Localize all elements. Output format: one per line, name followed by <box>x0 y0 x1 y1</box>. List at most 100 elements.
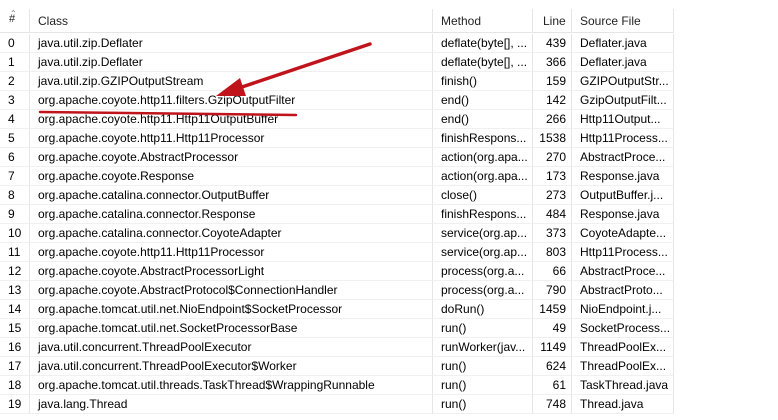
table-row[interactable]: 1 java.util.zip.Deflater deflate(byte[], .… <box>0 53 674 72</box>
row-class: java.util.zip.GZIPOutputStream <box>30 72 433 91</box>
table-row[interactable]: 6 org.apache.coyote.AbstractProcessor acti… <box>0 148 674 167</box>
row-method: run() <box>433 376 533 395</box>
row-source-file: Response.java <box>572 167 674 186</box>
row-index: 14 <box>0 300 30 319</box>
row-class: org.apache.catalina.connector.OutputBuff… <box>30 186 433 205</box>
row-line: 1149 <box>533 338 572 357</box>
row-line: 373 <box>533 224 572 243</box>
row-line: 439 <box>533 34 572 53</box>
row-source-file: SocketProcess... <box>572 319 674 338</box>
row-method: finishRespons... <box>433 129 533 148</box>
row-source-file: Deflater.java <box>572 34 674 53</box>
row-source-file: AbstractProto... <box>572 281 674 300</box>
row-line: 748 <box>533 395 572 414</box>
table-row[interactable]: 4 org.apache.coyote.http11.Http11OutputBu… <box>0 110 674 129</box>
row-method: run() <box>433 319 533 338</box>
row-index: 2 <box>0 72 30 91</box>
table-row[interactable]: 19 java.lang.Thread run() 748 Thread.java <box>0 395 674 414</box>
row-class: java.util.concurrent.ThreadPoolExecutor <box>30 338 433 357</box>
row-class: org.apache.coyote.AbstractProcessor <box>30 148 433 167</box>
row-index: 18 <box>0 376 30 395</box>
row-method: run() <box>433 395 533 414</box>
row-method: doRun() <box>433 300 533 319</box>
row-method: end() <box>433 110 533 129</box>
row-index: 19 <box>0 395 30 414</box>
table-row[interactable]: 9 org.apache.catalina.connector.Response f… <box>0 205 674 224</box>
column-header-method[interactable]: Method <box>433 9 533 33</box>
row-source-file: Deflater.java <box>572 53 674 72</box>
row-class: java.util.concurrent.ThreadPoolExecutor$… <box>30 357 433 376</box>
row-class: org.apache.coyote.http11.Http11Processor <box>30 243 433 262</box>
table-row[interactable]: 13 org.apache.coyote.AbstractProtocol$Con… <box>0 281 674 300</box>
row-index: 16 <box>0 338 30 357</box>
table-row[interactable]: 12 org.apache.coyote.AbstractProcessorLig… <box>0 262 674 281</box>
row-line: 266 <box>533 110 572 129</box>
table-row[interactable]: 5 org.apache.coyote.http11.Http11Processo… <box>0 129 674 148</box>
row-source-file: Http11Process... <box>572 243 674 262</box>
table-row[interactable]: 8 org.apache.catalina.connector.OutputBuf… <box>0 186 674 205</box>
row-method: deflate(byte[], ... <box>433 34 533 53</box>
row-index: 12 <box>0 262 30 281</box>
row-index: 5 <box>0 129 30 148</box>
row-index: 11 <box>0 243 30 262</box>
row-source-file: AbstractProce... <box>572 262 674 281</box>
column-header-class[interactable]: Class <box>30 9 433 33</box>
row-source-file: AbstractProce... <box>572 148 674 167</box>
table-row[interactable]: 3 org.apache.coyote.http11.filters.GzipOu… <box>0 91 674 110</box>
row-source-file: GzipOutputFilt... <box>572 91 674 110</box>
table-row[interactable]: 15 org.apache.tomcat.util.net.SocketProce… <box>0 319 674 338</box>
table-row[interactable]: 14 org.apache.tomcat.util.net.NioEndpoint… <box>0 300 674 319</box>
row-index: 17 <box>0 357 30 376</box>
row-line: 790 <box>533 281 572 300</box>
row-method: run() <box>433 357 533 376</box>
table-row[interactable]: 0 java.util.zip.Deflater deflate(byte[], .… <box>0 34 674 53</box>
row-line: 1538 <box>533 129 572 148</box>
row-source-file: Thread.java <box>572 395 674 414</box>
column-header-source-file[interactable]: Source File <box>572 9 674 33</box>
row-index: 4 <box>0 110 30 129</box>
row-source-file: CoyoteAdapte... <box>572 224 674 243</box>
column-header-index[interactable]: ⌃ # <box>0 9 30 33</box>
row-class: org.apache.coyote.Response <box>30 167 433 186</box>
row-source-file: GZIPOutputStr... <box>572 72 674 91</box>
row-line: 366 <box>533 53 572 72</box>
row-source-file: Http11Output... <box>572 110 674 129</box>
row-method: service(org.ap... <box>433 224 533 243</box>
row-class: org.apache.catalina.connector.Response <box>30 205 433 224</box>
row-index: 3 <box>0 91 30 110</box>
row-index: 8 <box>0 186 30 205</box>
row-index: 0 <box>0 34 30 53</box>
row-line: 624 <box>533 357 572 376</box>
row-line: 159 <box>533 72 572 91</box>
row-method: action(org.apa... <box>433 148 533 167</box>
row-index: 15 <box>0 319 30 338</box>
row-class: org.apache.tomcat.util.net.SocketProcess… <box>30 319 433 338</box>
row-index: 6 <box>0 148 30 167</box>
stack-trace-table: ⌃ # Class Method Line Source File 0 java.… <box>0 0 778 420</box>
row-line: 49 <box>533 319 572 338</box>
row-source-file: ThreadPoolEx... <box>572 357 674 376</box>
row-class: org.apache.tomcat.util.threads.TaskThrea… <box>30 376 433 395</box>
row-method: finish() <box>433 72 533 91</box>
table-row[interactable]: 17 java.util.concurrent.ThreadPoolExecuto… <box>0 357 674 376</box>
row-line: 273 <box>533 186 572 205</box>
row-source-file: Response.java <box>572 205 674 224</box>
table-row[interactable]: 11 org.apache.coyote.http11.Http11Process… <box>0 243 674 262</box>
row-method: close() <box>433 186 533 205</box>
row-method: finishRespons... <box>433 205 533 224</box>
column-header-line[interactable]: Line <box>533 9 572 33</box>
row-method: deflate(byte[], ... <box>433 53 533 72</box>
row-source-file: Http11Process... <box>572 129 674 148</box>
row-line: 61 <box>533 376 572 395</box>
table-row[interactable]: 7 org.apache.coyote.Response action(org.ap… <box>0 167 674 186</box>
table-row[interactable]: 18 org.apache.tomcat.util.threads.TaskThr… <box>0 376 674 395</box>
row-line: 1459 <box>533 300 572 319</box>
row-line: 270 <box>533 148 572 167</box>
table-row[interactable]: 10 org.apache.catalina.connector.CoyoteAd… <box>0 224 674 243</box>
table-row[interactable]: 16 java.util.concurrent.ThreadPoolExecuto… <box>0 338 674 357</box>
row-method: action(org.apa... <box>433 167 533 186</box>
row-class: java.util.zip.Deflater <box>30 34 433 53</box>
table-header: ⌃ # Class Method Line Source File <box>0 9 674 33</box>
table-row[interactable]: 2 java.util.zip.GZIPOutputStream finish() 1… <box>0 72 674 91</box>
row-line: 173 <box>533 167 572 186</box>
